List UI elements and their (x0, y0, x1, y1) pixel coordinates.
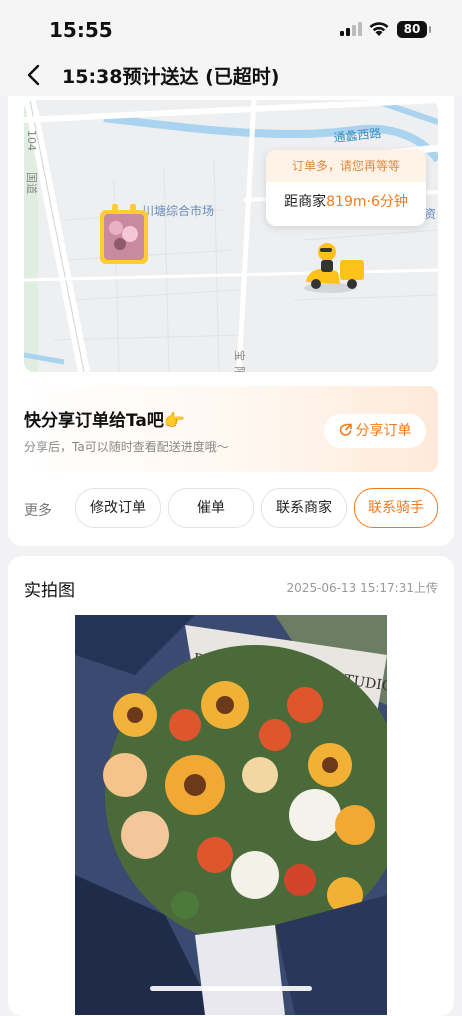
share-order-button[interactable]: 分享订单 (324, 414, 426, 448)
share-order-label: 分享订单 (355, 423, 412, 439)
distance-bubble: 订单多，请您再等等 距商家819m·6分钟 (266, 150, 426, 226)
distance-prefix: 距商家 (284, 194, 327, 210)
battery-tip (429, 26, 431, 33)
nav-header: 15:38预计送达 (已超时) (0, 56, 462, 96)
share-subtitle: 分享后，Ta可以随时查看配送进度哦～ (24, 440, 229, 454)
map-label-street2: 阳 (233, 366, 246, 372)
more-label[interactable]: 更多 (24, 500, 52, 520)
shop-marker-icon[interactable] (100, 204, 148, 264)
bouquet-image: PRETTY FLOWERS STUDIO (75, 615, 387, 1015)
battery-icon: 80 (397, 21, 427, 38)
contact-rider-button[interactable]: 联系骑手 (354, 488, 438, 528)
wifi-icon (369, 22, 389, 36)
contact-merchant-button[interactable]: 联系商家 (261, 488, 347, 528)
map-label-street: 宝 (233, 350, 247, 361)
map-label-highway: 国道 (25, 172, 39, 194)
delivery-map[interactable]: 通蠡西路 川塘综合市场 国道 104 宝 阳 兰资 (24, 100, 438, 372)
photo-upload-time: 2025-06-13 15:17:31上传 (286, 581, 438, 595)
busy-notice: 订单多，请您再等等 (266, 150, 426, 182)
home-indicator (150, 986, 312, 991)
share-title: 快分享订单给Ta吧👉 (24, 411, 186, 431)
delivery-card: 通蠡西路 川塘综合市场 国道 104 宝 阳 兰资 (8, 96, 454, 546)
signal-icon (340, 22, 362, 36)
page-title: 15:38预计送达 (已超时) (62, 66, 280, 88)
status-time: 15:55 (49, 18, 113, 42)
back-arrow-icon[interactable] (22, 62, 48, 88)
distance-info: 距商家819m·6分钟 (266, 182, 426, 222)
share-icon (339, 423, 352, 436)
photo-card: 实拍图 2025-06-13 15:17:31上传 PRETTY FLOWERS… (8, 556, 454, 1016)
share-banner: 快分享订单给Ta吧👉 分享后，Ta可以随时查看配送进度哦～ 分享订单 (24, 386, 438, 472)
map-canvas: 通蠡西路 川塘综合市场 国道 104 宝 阳 兰资 (24, 100, 438, 372)
urge-order-button[interactable]: 催单 (168, 488, 254, 528)
map-label-market: 川塘综合市场 (142, 203, 214, 218)
modify-order-button[interactable]: 修改订单 (75, 488, 161, 528)
photo-title: 实拍图 (24, 581, 75, 601)
status-bar: 15:55 80 (0, 0, 462, 56)
bouquet-photo[interactable]: PRETTY FLOWERS STUDIO (75, 615, 387, 1015)
map-label-highway-number: 104 (25, 130, 38, 151)
distance-value: 819m·6分钟 (326, 194, 408, 210)
